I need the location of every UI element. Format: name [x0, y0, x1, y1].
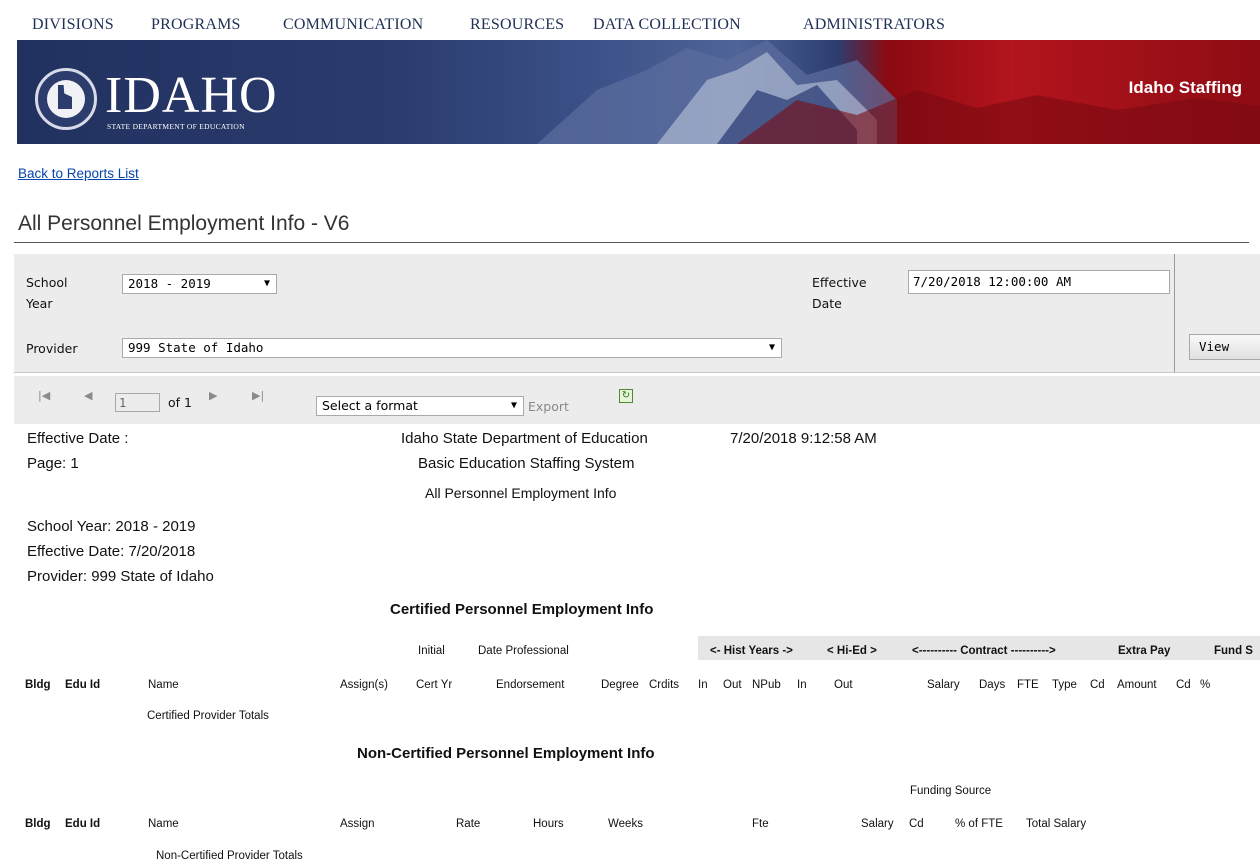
effective-date-label: Effective Date — [812, 275, 867, 311]
report-name: All Personnel Employment Info — [425, 485, 617, 501]
chevron-down-icon: ▼ — [510, 400, 517, 411]
col-hist-out: Out — [723, 679, 742, 691]
app-title: Idaho Staffing — [1128, 78, 1242, 97]
report-system: Basic Education Staffing System — [418, 455, 635, 472]
next-page-icon[interactable]: ▶ — [209, 389, 217, 402]
nav-communication[interactable]: COMMUNICATION — [283, 16, 423, 34]
panel-divider — [1174, 254, 1175, 372]
noncert-totals-label: Non-Certified Provider Totals — [156, 850, 303, 862]
logo-subtitle: STATE DEPARTMENT OF EDUCATION — [107, 122, 245, 131]
title-divider — [14, 242, 1249, 243]
chevron-down-icon: ▼ — [768, 342, 775, 353]
page-count-label: of 1 — [168, 395, 192, 410]
top-navigation: DIVISIONS PROGRAMS COMMUNICATION RESOURC… — [0, 0, 1260, 40]
col-endorsement: Endorsement — [496, 679, 565, 691]
idaho-logo-text: IDAHO — [105, 67, 278, 124]
nc-col-edu-id: Edu Id — [65, 818, 101, 830]
report-page-label: Page: 1 — [27, 455, 79, 472]
col-fund-cd: Cd — [1176, 679, 1191, 691]
col-fund-pct: % — [1200, 679, 1211, 691]
nc-col-assign: Assign — [340, 818, 375, 830]
previous-page-icon[interactable]: ◀ — [84, 389, 92, 402]
col-npub: NPub — [752, 679, 781, 691]
nc-col-rate: Rate — [456, 818, 481, 830]
nc-col-name: Name — [148, 818, 179, 830]
col-group-funding-source: Funding Source — [910, 785, 992, 797]
col-fte: FTE — [1017, 679, 1039, 691]
col-edu-id: Edu Id — [65, 679, 101, 691]
col-days: Days — [979, 679, 1006, 691]
last-page-icon[interactable]: ▶| — [252, 389, 264, 402]
chevron-down-icon: ▼ — [263, 278, 270, 289]
first-page-icon[interactable]: |◀ — [38, 389, 50, 402]
col-hist-in: In — [698, 679, 708, 691]
view-report-button[interactable]: View Report — [1189, 334, 1260, 360]
page-number-input[interactable]: 1 — [115, 393, 160, 412]
col-bldg: Bldg — [25, 679, 51, 691]
col-group-contract: <---------- Contract ----------> — [912, 645, 1056, 657]
col-degree: Degree — [601, 679, 639, 691]
col-hied-out: Out — [834, 679, 853, 691]
nc-col-hours: Hours — [533, 818, 564, 830]
header-banner: IDAHO STATE DEPARTMENT OF EDUCATION Idah… — [17, 40, 1260, 144]
back-to-reports-link[interactable]: Back to Reports List — [18, 166, 139, 181]
refresh-icon[interactable]: ↻ — [619, 389, 633, 403]
nc-col-pct-fte: % of FTE — [955, 818, 1003, 830]
col-amount: Amount — [1117, 679, 1157, 691]
provider-label: Provider — [26, 341, 78, 356]
nc-col-bldg: Bldg — [25, 818, 51, 830]
certified-totals-label: Certified Provider Totals — [147, 710, 269, 722]
col-group-date-professional: Date Professional — [478, 645, 569, 657]
report-school-year: School Year: 2018 - 2019 — [27, 518, 196, 535]
col-extra-cd: Cd — [1090, 679, 1105, 691]
nc-col-total-salary: Total Salary — [1026, 818, 1087, 830]
nc-col-cd: Cd — [909, 818, 924, 830]
col-group-extra-pay: Extra Pay — [1118, 645, 1171, 657]
col-group-hi-ed: < Hi-Ed > — [827, 645, 877, 657]
col-hied-in: In — [797, 679, 807, 691]
provider-select[interactable]: 999 State of Idaho ▼ — [122, 338, 782, 358]
nc-col-fte: Fte — [752, 818, 769, 830]
certified-heading: Certified Personnel Employment Info — [390, 601, 654, 618]
col-group-fund: Fund S — [1214, 645, 1253, 657]
noncert-heading: Non-Certified Personnel Employment Info — [357, 745, 655, 762]
col-name: Name — [148, 679, 179, 691]
report-parameters-panel: School Year 2018 - 2019 ▼ Provider 999 St… — [14, 254, 1260, 373]
col-cert-yr: Cert Yr — [416, 679, 453, 691]
nc-col-weeks: Weeks — [608, 818, 643, 830]
nav-divisions[interactable]: DIVISIONS — [32, 16, 114, 34]
school-year-select[interactable]: 2018 - 2019 ▼ — [122, 274, 277, 294]
effective-date-input[interactable]: 7/20/2018 12:00:00 AM — [908, 270, 1170, 294]
col-salary: Salary — [927, 679, 960, 691]
report-effective-date: Effective Date: 7/20/2018 — [27, 543, 196, 560]
page-title: All Personnel Employment Info - V6 — [18, 212, 350, 235]
col-group-initial: Initial — [418, 645, 445, 657]
report-toolbar: |◀ ◀ 1 of 1 ▶ ▶| Select a format ▼ Export… — [14, 376, 1260, 424]
school-year-label: School Year — [26, 275, 68, 311]
report-effective-date-label: Effective Date : — [27, 430, 129, 447]
export-format-select[interactable]: Select a format ▼ — [316, 396, 524, 416]
col-crdits: Crdits — [649, 679, 680, 691]
col-assigns: Assign(s) — [340, 679, 388, 691]
col-type: Type — [1052, 679, 1077, 691]
state-seal-icon — [35, 68, 97, 130]
col-group-hist-years: <- Hist Years -> — [710, 645, 793, 657]
export-link[interactable]: Export — [528, 399, 569, 414]
report-org: Idaho State Department of Education — [401, 430, 648, 447]
nav-data-collection[interactable]: DATA COLLECTION — [593, 16, 741, 34]
report-provider: Provider: 999 State of Idaho — [27, 568, 214, 585]
nc-col-salary: Salary — [861, 818, 894, 830]
nav-programs[interactable]: PROGRAMS — [151, 16, 241, 34]
report-run-timestamp: 7/20/2018 9:12:58 AM — [730, 430, 877, 447]
nav-resources[interactable]: RESOURCES — [470, 16, 564, 34]
nav-administrators[interactable]: ADMINISTRATORS — [803, 16, 945, 34]
